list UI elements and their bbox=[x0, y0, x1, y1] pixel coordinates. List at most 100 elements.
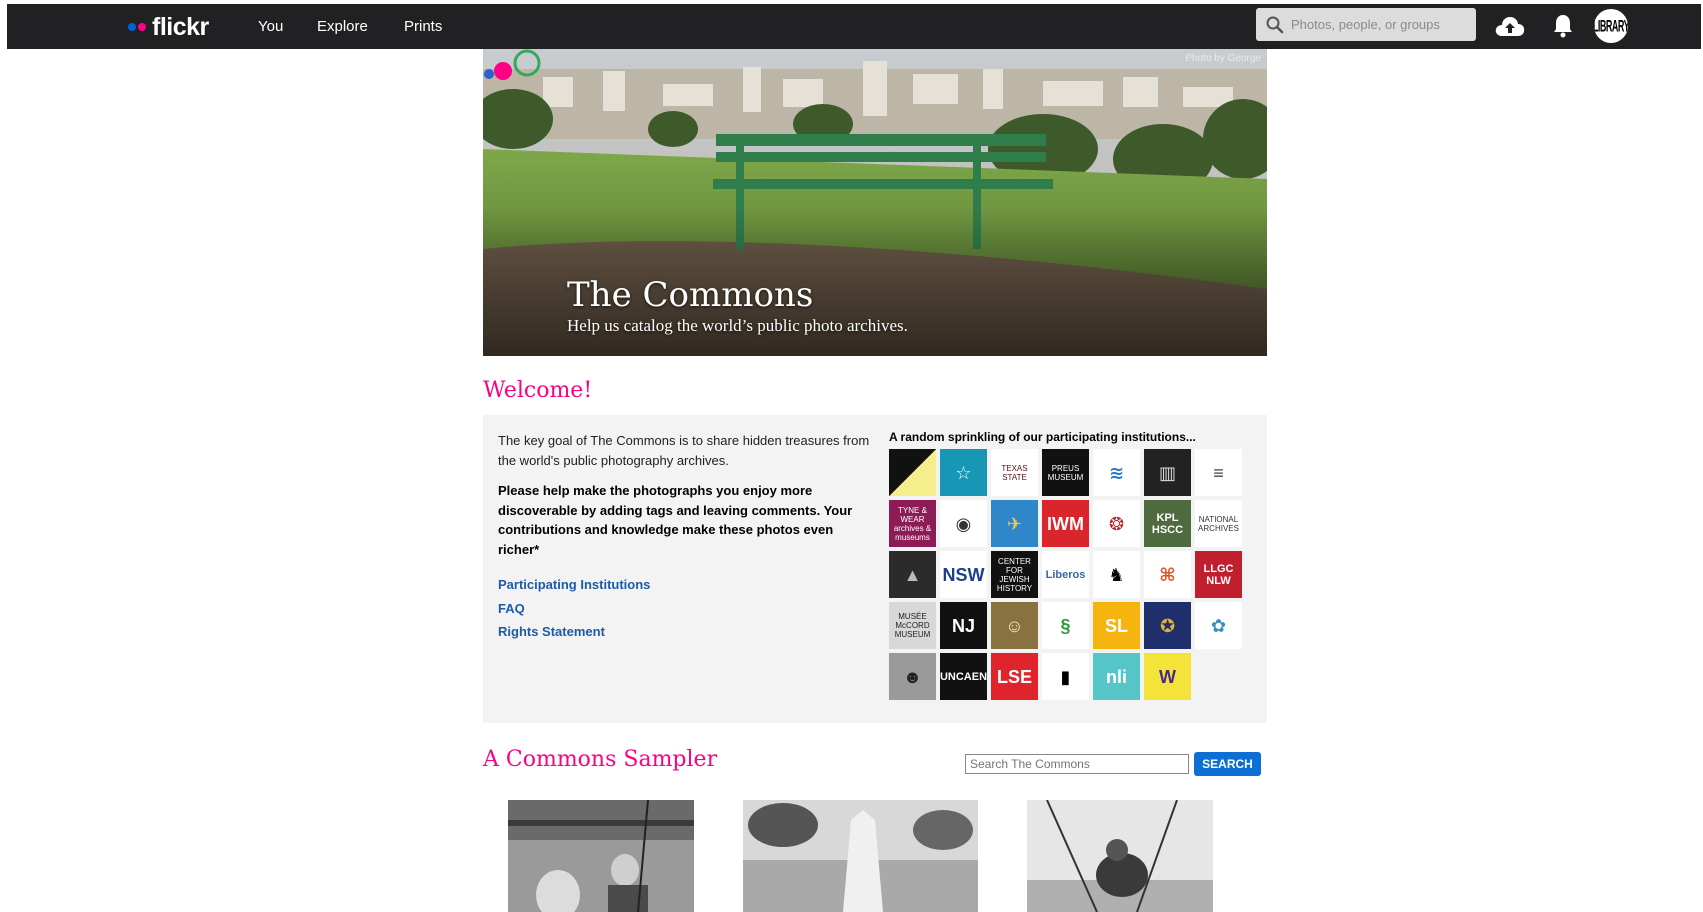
institution-logo-tile[interactable]: ▲ bbox=[889, 551, 936, 598]
institution-logo-tile[interactable] bbox=[889, 449, 936, 496]
institution-logo-text: ✈ bbox=[1006, 513, 1023, 534]
commons-search-input[interactable] bbox=[965, 754, 1189, 774]
nav-explore[interactable]: Explore bbox=[317, 18, 368, 35]
institution-logo-tile[interactable]: ≡ bbox=[1195, 449, 1242, 496]
institution-logo-text: ▲ bbox=[903, 564, 922, 585]
institution-logo-text: ☻ bbox=[903, 666, 922, 687]
institution-logo-text: § bbox=[1060, 615, 1071, 636]
institution-logo-tile[interactable]: ✈ bbox=[991, 500, 1038, 547]
logo-pink-dot bbox=[138, 23, 146, 31]
welcome-panel: The key goal of The Commons is to share … bbox=[483, 415, 1267, 723]
photo-credit[interactable]: Photo by George bbox=[1185, 53, 1261, 64]
institution-logo-text: ❂ bbox=[1108, 513, 1125, 534]
search-icon bbox=[1266, 16, 1284, 33]
institution-logo-tile[interactable]: IWM bbox=[1042, 500, 1089, 547]
institution-logo-tile[interactable]: § bbox=[1042, 602, 1089, 649]
institution-logo-tile[interactable]: ❂ bbox=[1093, 500, 1140, 547]
commons-search: SEARCH bbox=[965, 752, 1261, 776]
institution-logo-tile[interactable]: LLGC NLW bbox=[1195, 551, 1242, 598]
institution-logo-text: TEXAS STATE bbox=[1001, 463, 1028, 482]
institution-logo-tile[interactable]: ✪ bbox=[1144, 602, 1191, 649]
institution-logo-text: W bbox=[1159, 666, 1176, 687]
notification-bell-icon[interactable] bbox=[1552, 13, 1574, 39]
institution-logo-tile[interactable]: NJ bbox=[940, 602, 987, 649]
participating-institutions-link[interactable]: Participating Institutions bbox=[498, 577, 650, 592]
institution-logo-tile[interactable]: NATIONAL ARCHIVES bbox=[1195, 500, 1242, 547]
welcome-call-to-action: Please help make the photographs you enj… bbox=[498, 483, 853, 557]
welcome-heading: Welcome! bbox=[483, 378, 593, 403]
institution-logo-text: ⌘ bbox=[1159, 564, 1176, 585]
institution-logo-text: NSW bbox=[942, 564, 985, 585]
institution-logo-tile[interactable]: ☆ bbox=[940, 449, 987, 496]
institution-logo-text: nli bbox=[1106, 666, 1127, 687]
sampler-photo-fisherman bbox=[508, 800, 694, 912]
global-search bbox=[1256, 8, 1476, 41]
commons-search-button[interactable]: SEARCH bbox=[1194, 752, 1261, 776]
institution-logo-tile[interactable]: W bbox=[1144, 653, 1191, 700]
institution-logo-tile[interactable]: ♞ bbox=[1093, 551, 1140, 598]
sampler-thumbnail[interactable] bbox=[1027, 800, 1213, 912]
institution-logo-tile[interactable]: nli bbox=[1093, 653, 1140, 700]
institution-logo-tile[interactable]: PREUS MUSEUM bbox=[1042, 449, 1089, 496]
institution-logo-tile[interactable]: ◉ bbox=[940, 500, 987, 547]
upload-cloud-icon[interactable] bbox=[1494, 14, 1526, 38]
top-navigation-bar: flickr You Explore Prints LIBRARY bbox=[7, 4, 1701, 49]
institution-logo-tile[interactable]: ▥ bbox=[1144, 449, 1191, 496]
institution-logo-tile[interactable]: ≋ bbox=[1093, 449, 1140, 496]
institution-logo-text: ≡ bbox=[1213, 462, 1224, 483]
sampler-thumbnail[interactable] bbox=[508, 800, 694, 912]
institution-logo-tile[interactable]: ☺ bbox=[991, 602, 1038, 649]
sampler-photo-swing bbox=[1027, 800, 1213, 912]
institution-logo-text: Liberos bbox=[1045, 568, 1086, 581]
institution-logo-text: ♞ bbox=[1108, 564, 1125, 585]
institutions-heading: A random sprinkling of our participating… bbox=[889, 430, 1196, 444]
institution-logo-text: KPL HSCC bbox=[1151, 511, 1184, 536]
institution-logo-text: NATIONAL ARCHIVES bbox=[1198, 514, 1239, 533]
institution-logo-tile[interactable]: MUSÉE McCORD MUSEUM bbox=[889, 602, 936, 649]
avatar-label: LIBRARY bbox=[1594, 17, 1628, 35]
institution-logo-tile[interactable]: ☻ bbox=[889, 653, 936, 700]
institution-logo-tile[interactable]: TEXAS STATE bbox=[991, 449, 1038, 496]
global-search-input[interactable] bbox=[1285, 8, 1473, 41]
logo-blue-dot bbox=[128, 23, 136, 31]
institution-logo-tile[interactable]: ▮ bbox=[1042, 653, 1089, 700]
institution-logo-tile[interactable]: UNCAEN bbox=[940, 653, 987, 700]
institution-logo-tile[interactable]: ✿ bbox=[1195, 602, 1242, 649]
institution-logo-text: ✪ bbox=[1159, 615, 1176, 636]
institution-logo-text: PREUS MUSEUM bbox=[1047, 463, 1084, 482]
institution-logo-text: ☆ bbox=[955, 462, 972, 483]
institution-logo-text: MUSÉE McCORD MUSEUM bbox=[894, 612, 931, 639]
sampler-photo-monument bbox=[743, 800, 978, 912]
institution-logo-text: ☺ bbox=[1005, 615, 1024, 636]
faq-link[interactable]: FAQ bbox=[498, 601, 525, 616]
page-subtitle: Help us catalog the world’s public photo… bbox=[567, 316, 908, 335]
institution-logo-tile[interactable]: ⌘ bbox=[1144, 551, 1191, 598]
nav-prints[interactable]: Prints bbox=[404, 18, 442, 35]
institution-logo-tile[interactable]: NSW bbox=[940, 551, 987, 598]
institution-logo-text: SL bbox=[1104, 615, 1128, 636]
logo-wordmark: flickr bbox=[152, 12, 209, 41]
institution-logo-tile[interactable]: SL bbox=[1093, 602, 1140, 649]
nav-you[interactable]: You bbox=[258, 18, 283, 35]
institution-logo-tile[interactable]: CENTER FOR JEWISH HISTORY bbox=[991, 551, 1038, 598]
institution-logo-text: ▥ bbox=[1158, 462, 1176, 483]
institution-logo-text: TYNE & WEAR archives & museums bbox=[893, 505, 932, 542]
welcome-intro-text: The key goal of The Commons is to share … bbox=[498, 433, 870, 468]
institution-logo-text: LSE bbox=[996, 666, 1032, 687]
institution-logo-tile[interactable]: KPL HSCC bbox=[1144, 500, 1191, 547]
institution-logo-text: NJ bbox=[951, 615, 975, 636]
commons-logo-icon bbox=[484, 49, 541, 80]
sampler-thumbnail[interactable] bbox=[743, 800, 978, 912]
flickr-logo[interactable]: flickr bbox=[128, 13, 209, 41]
institution-logo-text: ▮ bbox=[1060, 666, 1071, 687]
sampler-heading: A Commons Sampler bbox=[483, 747, 718, 772]
institution-logo-text: LLGC NLW bbox=[1203, 562, 1234, 587]
rights-statement-link[interactable]: Rights Statement bbox=[498, 624, 605, 639]
institution-logo-text: ◉ bbox=[955, 513, 972, 534]
user-avatar[interactable]: LIBRARY bbox=[1594, 9, 1628, 43]
institution-logo-tile[interactable]: Liberos bbox=[1042, 551, 1089, 598]
institution-logo-tile[interactable]: LSE bbox=[991, 653, 1038, 700]
institution-logo-text: IWM bbox=[1047, 513, 1084, 534]
institution-logo-tile[interactable]: TYNE & WEAR archives & museums bbox=[889, 500, 936, 547]
institution-logo-text: ✿ bbox=[1210, 615, 1227, 636]
